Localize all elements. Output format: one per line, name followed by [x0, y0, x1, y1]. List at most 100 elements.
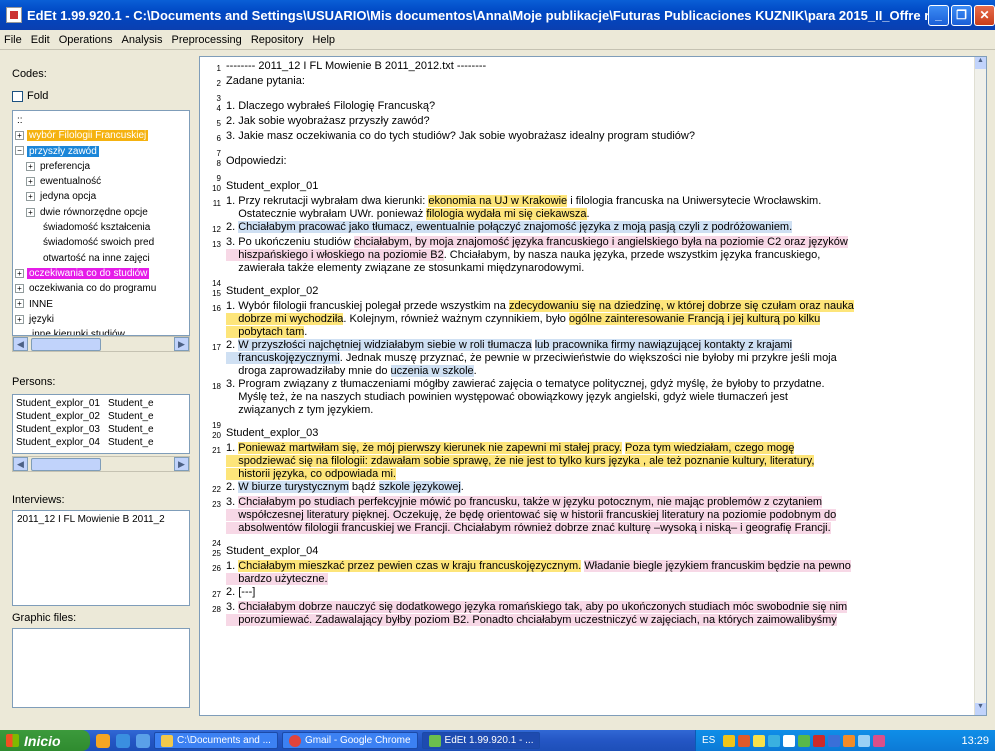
title-bar[interactable]: EdEt 1.99.920.1 - C:\Documents and Setti…: [0, 0, 995, 30]
expand-icon[interactable]: +: [26, 177, 35, 187]
transcript-line[interactable]: 19: [200, 417, 978, 430]
coded-segment[interactable]: W przyszłości najchętniej widziałabym si…: [238, 339, 532, 351]
quicklaunch-ie-icon[interactable]: [116, 733, 130, 748]
persons-list[interactable]: Student_explor_01 Student_e Student_explor…: [12, 394, 190, 454]
code-node[interactable]: + ewentualność: [15, 174, 187, 189]
task-explorer[interactable]: C:\Documents and ...: [154, 732, 278, 749]
transcript-line[interactable]: 13 3. Po ukończeniu studiów chciałabym, b…: [200, 236, 978, 275]
expand-icon[interactable]: +: [15, 299, 24, 309]
transcript-line[interactable]: 11 1. Przy rekrutacji wybrałam dwa kierun…: [200, 195, 978, 221]
expand-icon[interactable]: +: [15, 284, 24, 294]
transcript-line[interactable]: 6 3. Jakie masz oczekiwania co do tych st…: [200, 130, 978, 145]
code-node[interactable]: − przyszły zawód: [15, 144, 187, 159]
code-node[interactable]: + jedyna opcja: [15, 189, 187, 204]
person-name[interactable]: Student_explor_04: [16, 436, 108, 449]
tray-icon-6[interactable]: [798, 734, 811, 747]
code-node[interactable]: + języki: [15, 312, 187, 327]
code-node[interactable]: świadomość swoich pred: [15, 235, 187, 250]
code-node[interactable]: ::: [15, 113, 187, 128]
person-row[interactable]: Student_explor_02 Student_e: [16, 410, 186, 423]
transcript-line[interactable]: 8 Odpowiedzi:: [200, 155, 978, 170]
code-node[interactable]: otwartość na inne zajęci: [15, 251, 187, 266]
expand-icon[interactable]: +: [26, 207, 35, 217]
transcript-line[interactable]: 14: [200, 275, 978, 288]
collapse-icon[interactable]: −: [15, 146, 24, 156]
transcript-line[interactable]: 21 1. Ponieważ martwiłam się, że mój pier…: [200, 442, 978, 481]
tray-icon-10[interactable]: [858, 734, 871, 747]
transcript-line[interactable]: 25 Student_explor_04: [200, 545, 978, 560]
transcript-line[interactable]: 16 1. Wybór filologii francuskiej polegał…: [200, 300, 978, 339]
tray-icon-7[interactable]: [813, 734, 826, 747]
tray-icon-8[interactable]: [828, 734, 841, 747]
graphic-files-list[interactable]: [12, 628, 190, 708]
expand-icon[interactable]: +: [26, 161, 35, 171]
transcript-line[interactable]: 17 2. W przyszłości najchętniej widziałab…: [200, 339, 978, 378]
transcript-line[interactable]: 1 -------- 2011_12 I FL Mowienie B 2011_2…: [200, 60, 978, 75]
tray-icon-11[interactable]: [873, 734, 886, 747]
scroll-up-icon[interactable]: ▲: [975, 57, 986, 69]
code-node[interactable]: + dwie równorzędne opcje: [15, 205, 187, 220]
coded-segment[interactable]: filologia wydała mi się ciekawsza: [426, 208, 587, 220]
tray-icon-5[interactable]: [783, 734, 796, 747]
scroll-right-icon[interactable]: ▶: [174, 337, 189, 351]
coded-segment[interactable]: W biurze turystycznym: [238, 481, 349, 493]
scroll-thumb[interactable]: [31, 337, 101, 351]
code-node[interactable]: + preferencja: [15, 159, 187, 174]
code-node[interactable]: + oczekiwania co do studiów: [15, 266, 187, 281]
transcript-line[interactable]: 5 2. Jak sobie wyobrażasz przyszły zawód?: [200, 115, 978, 130]
tray-icon-9[interactable]: [843, 734, 856, 747]
coded-segment[interactable]: szkole językowej: [378, 481, 461, 493]
language-indicator[interactable]: ES: [702, 735, 715, 746]
transcript-editor[interactable]: 1 -------- 2011_12 I FL Mowienie B 2011_2…: [199, 56, 987, 716]
coded-segment[interactable]: Chciałabym pracować jako tłumacz: [238, 221, 411, 233]
code-node[interactable]: inne kierunki studiów: [15, 327, 187, 335]
menu-analysis[interactable]: Analysis: [122, 34, 163, 46]
coded-segment[interactable]: ekonomia na UJ w Krakowie: [428, 195, 568, 207]
code-node[interactable]: + wybór Filologii Francuskiej: [15, 128, 187, 143]
interview-item[interactable]: 2011_12 I FL Mowienie B 2011_2: [17, 514, 185, 525]
expand-icon[interactable]: +: [15, 131, 24, 141]
codes-hscroll[interactable]: ◀ ▶: [12, 336, 190, 352]
transcript-line[interactable]: 4 1. Dlaczego wybrałeś Filologię Francusk…: [200, 100, 978, 115]
transcript-line[interactable]: 24: [200, 535, 978, 548]
tray-icon-2[interactable]: [738, 734, 751, 747]
transcript-line[interactable]: 20 Student_explor_03: [200, 427, 978, 442]
transcript-line[interactable]: 28 3. Chciałabym dobrze nauczyć się dodat…: [200, 601, 978, 627]
person-name[interactable]: Student_e: [108, 436, 168, 449]
task-chrome[interactable]: Gmail - Google Chrome: [281, 732, 418, 749]
scroll-left-icon[interactable]: ◀: [13, 457, 28, 471]
quicklaunch-firefox-icon[interactable]: [96, 733, 110, 748]
transcript-line[interactable]: 7: [200, 145, 978, 158]
start-button[interactable]: Inicio: [0, 730, 90, 751]
transcript-line[interactable]: 3: [200, 90, 978, 103]
menu-file[interactable]: File: [4, 34, 22, 46]
person-row[interactable]: Student_explor_03 Student_e: [16, 423, 186, 436]
menu-preprocessing[interactable]: Preprocessing: [171, 34, 241, 46]
interviews-list[interactable]: 2011_12 I FL Mowienie B 2011_2: [12, 510, 190, 606]
coded-segment[interactable]: Chciałabym po studiach perfekcyjnie mówi…: [226, 496, 837, 534]
scroll-right-icon[interactable]: ▶: [174, 457, 189, 471]
code-node[interactable]: + INNE: [15, 297, 187, 312]
tray-icon-1[interactable]: [723, 734, 736, 747]
person-row[interactable]: Student_explor_01 Student_e: [16, 397, 186, 410]
tray-icon-4[interactable]: [768, 734, 781, 747]
fold-option[interactable]: Fold: [12, 90, 48, 102]
persons-hscroll[interactable]: ◀ ▶: [12, 456, 190, 472]
close-button[interactable]: ✕: [974, 4, 995, 26]
editor-vscroll[interactable]: ▲ ▼: [974, 57, 986, 715]
minimize-button[interactable]: _: [928, 4, 949, 26]
coded-segment[interactable]: , ewentualnie połączyć znajomość języka …: [410, 221, 793, 233]
coded-segment[interactable]: Ponieważ martwiłam się, że mój pierwszy …: [238, 442, 622, 454]
maximize-button[interactable]: ❐: [951, 4, 972, 26]
menu-repository[interactable]: Repository: [251, 34, 304, 46]
transcript-line[interactable]: 2 Zadane pytania:: [200, 75, 978, 90]
code-node[interactable]: + oczekiwania co do programu: [15, 281, 187, 296]
menu-help[interactable]: Help: [312, 34, 335, 46]
expand-icon[interactable]: +: [15, 314, 24, 324]
transcript-line[interactable]: 27 2. [---]: [200, 586, 978, 601]
scroll-left-icon[interactable]: ◀: [13, 337, 28, 351]
coded-segment[interactable]: Chciałabym mieszkać przez pewien czas w …: [238, 560, 582, 572]
coded-segment[interactable]: uczenia w szkole: [390, 365, 474, 377]
transcript-line[interactable]: 22 2. W biurze turystycznym bądź szkole j…: [200, 481, 978, 496]
scroll-down-icon[interactable]: ▼: [975, 703, 986, 715]
